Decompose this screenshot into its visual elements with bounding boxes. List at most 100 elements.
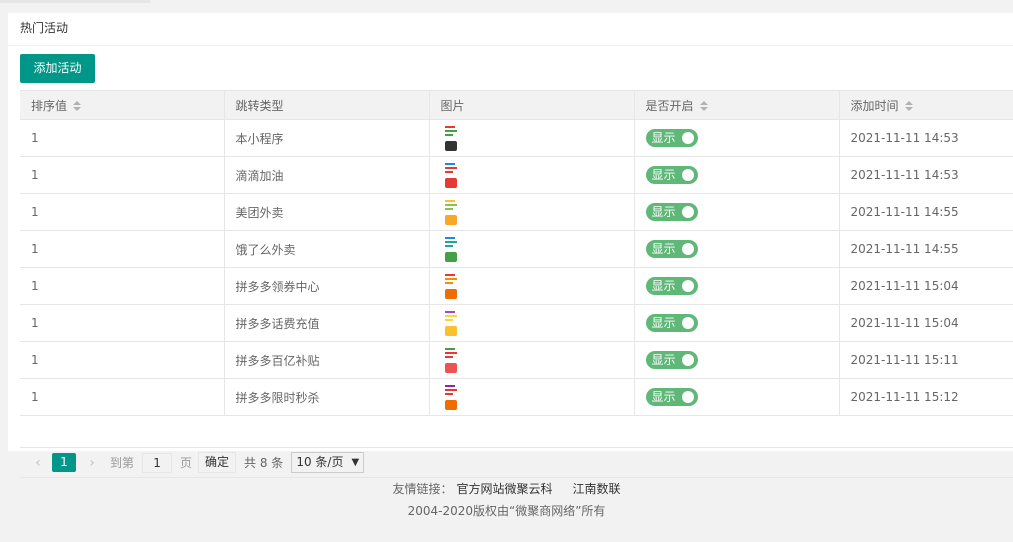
table-row: 1 拼多多限时秒杀 显示 2021-11-11 15:12: [20, 378, 1013, 416]
image-cell: [429, 341, 635, 379]
page-number-input[interactable]: 1: [142, 452, 173, 473]
sort-value-cell: 1: [20, 230, 225, 268]
chevron-right-icon[interactable]: ›: [82, 455, 102, 471]
table-row: 1 拼多多话费充值 显示 2021-11-11 15:04: [20, 304, 1013, 342]
table-row: 1 拼多多领券中心 显示 2021-11-11 15:04: [20, 267, 1013, 305]
activity-thumbnail[interactable]: [440, 271, 461, 301]
sort-icon[interactable]: [73, 101, 82, 111]
jump-type-cell: 拼多多百亿补贴: [224, 341, 430, 379]
tab-underline: [0, 0, 150, 3]
enabled-cell: 显示: [634, 193, 840, 231]
enabled-toggle[interactable]: 显示: [645, 166, 698, 184]
pagination: ‹ 1 › 到第 1 页 确定 共 8 条 10 条/页 ▼: [20, 447, 1013, 478]
footer-links: 友情链接： 官方网站微聚云科 江南数联: [392, 482, 621, 496]
sort-value-cell: 1: [20, 119, 225, 157]
sort-value-cell: 1: [20, 341, 225, 379]
time-cell: 2021-11-11 14:55: [839, 230, 1013, 268]
enabled-cell: 显示: [634, 341, 840, 379]
activity-thumbnail[interactable]: [440, 308, 461, 338]
sort-value-cell: 1: [20, 304, 225, 342]
image-cell: [429, 193, 635, 231]
enabled-toggle[interactable]: 显示: [645, 203, 698, 221]
sort-value-cell: 1: [20, 378, 225, 416]
image-cell: [429, 267, 635, 305]
footer-link-jiangnan[interactable]: 江南数联: [573, 482, 621, 496]
time-cell: 2021-11-11 15:12: [839, 378, 1013, 416]
chevron-left-icon[interactable]: ‹: [28, 455, 48, 471]
jump-type-cell: 本小程序: [224, 119, 430, 157]
toggle-knob: [681, 243, 694, 255]
image-cell: [429, 119, 635, 157]
table-row: 1 饿了么外卖 显示 2021-11-11 14:55: [20, 230, 1013, 268]
table-row: 1 滴滴加油 显示 2021-11-11 14:53: [20, 156, 1013, 194]
col-time-header[interactable]: 添加时间: [839, 90, 1013, 120]
jump-type-cell: 滴滴加油: [224, 156, 430, 194]
sort-icon[interactable]: [699, 101, 708, 111]
sort-value-cell: 1: [20, 156, 225, 194]
activity-thumbnail[interactable]: [440, 123, 461, 153]
enabled-cell: 显示: [634, 119, 840, 157]
activity-table: 排序值 跳转类型 图片 是否开启 添加时间 1 本小程序 显示 2021-11-11 …: [20, 90, 1013, 416]
enabled-cell: 显示: [634, 230, 840, 268]
image-cell: [429, 304, 635, 342]
jump-type-cell: 拼多多领券中心: [224, 267, 430, 305]
image-cell: [429, 156, 635, 194]
activity-thumbnail[interactable]: [440, 345, 461, 375]
enabled-toggle[interactable]: 显示: [645, 240, 698, 258]
page-size-select[interactable]: 10 条/页 ▼: [291, 452, 365, 473]
page-unit-label: 页: [180, 456, 193, 470]
time-cell: 2021-11-11 14:53: [839, 156, 1013, 194]
toggle-knob: [681, 280, 694, 292]
image-cell: [429, 378, 635, 416]
footer-link-official[interactable]: 官方网站微聚云科: [456, 482, 552, 496]
current-page-button[interactable]: 1: [52, 453, 76, 472]
jump-type-cell: 拼多多限时秒杀: [224, 378, 430, 416]
confirm-page-button[interactable]: 确定: [198, 452, 237, 473]
add-activity-button[interactable]: 添加活动: [20, 54, 95, 83]
caret-down-icon: ▼: [351, 457, 360, 468]
activity-thumbnail[interactable]: [440, 382, 461, 412]
toggle-knob: [681, 317, 694, 329]
col-image-header: 图片: [429, 90, 635, 120]
table-row: 1 本小程序 显示 2021-11-11 14:53: [20, 119, 1013, 157]
jump-type-cell: 饿了么外卖: [224, 230, 430, 268]
enabled-toggle[interactable]: 显示: [645, 277, 698, 295]
activity-thumbnail[interactable]: [440, 197, 461, 227]
enabled-toggle[interactable]: 显示: [645, 129, 698, 147]
time-cell: 2021-11-11 14:55: [839, 193, 1013, 231]
total-count: 共 8 条: [244, 456, 284, 470]
sort-icon[interactable]: [904, 101, 913, 111]
enabled-cell: 显示: [634, 378, 840, 416]
card-title: 热门活动: [8, 13, 1013, 46]
sort-value-cell: 1: [20, 267, 225, 305]
top-strip: [0, 0, 1013, 6]
enabled-cell: 显示: [634, 304, 840, 342]
table-header-row: 排序值 跳转类型 图片 是否开启 添加时间: [20, 90, 1013, 120]
enabled-cell: 显示: [634, 156, 840, 194]
goto-label: 到第: [110, 456, 135, 470]
time-cell: 2021-11-11 15:04: [839, 304, 1013, 342]
table-row: 1 拼多多百亿补贴 显示 2021-11-11 15:11: [20, 341, 1013, 379]
toggle-knob: [681, 132, 694, 144]
activity-thumbnail[interactable]: [440, 234, 461, 264]
col-sort-header[interactable]: 排序值: [20, 90, 225, 120]
activity-thumbnail[interactable]: [440, 160, 461, 190]
enabled-toggle[interactable]: 显示: [645, 388, 698, 406]
toggle-knob: [681, 169, 694, 181]
footer-copyright: 2004-2020版权由“微聚商网络”所有: [407, 504, 606, 518]
jump-type-cell: 拼多多话费充值: [224, 304, 430, 342]
time-cell: 2021-11-11 15:04: [839, 267, 1013, 305]
hot-activities-card: 热门活动 添加活动 排序值 跳转类型 图片 是否开启 添加时间 1 本小程序 显示 2…: [8, 13, 1013, 478]
toggle-knob: [681, 354, 694, 366]
table-row: 1 美团外卖 显示 2021-11-11 14:55: [20, 193, 1013, 231]
enabled-toggle[interactable]: 显示: [645, 314, 698, 332]
enabled-cell: 显示: [634, 267, 840, 305]
jump-type-cell: 美团外卖: [224, 193, 430, 231]
sort-value-cell: 1: [20, 193, 225, 231]
time-cell: 2021-11-11 15:11: [839, 341, 1013, 379]
toggle-knob: [681, 391, 694, 403]
col-enabled-header[interactable]: 是否开启: [634, 90, 840, 120]
time-cell: 2021-11-11 14:53: [839, 119, 1013, 157]
toggle-knob: [681, 206, 694, 218]
enabled-toggle[interactable]: 显示: [645, 351, 698, 369]
